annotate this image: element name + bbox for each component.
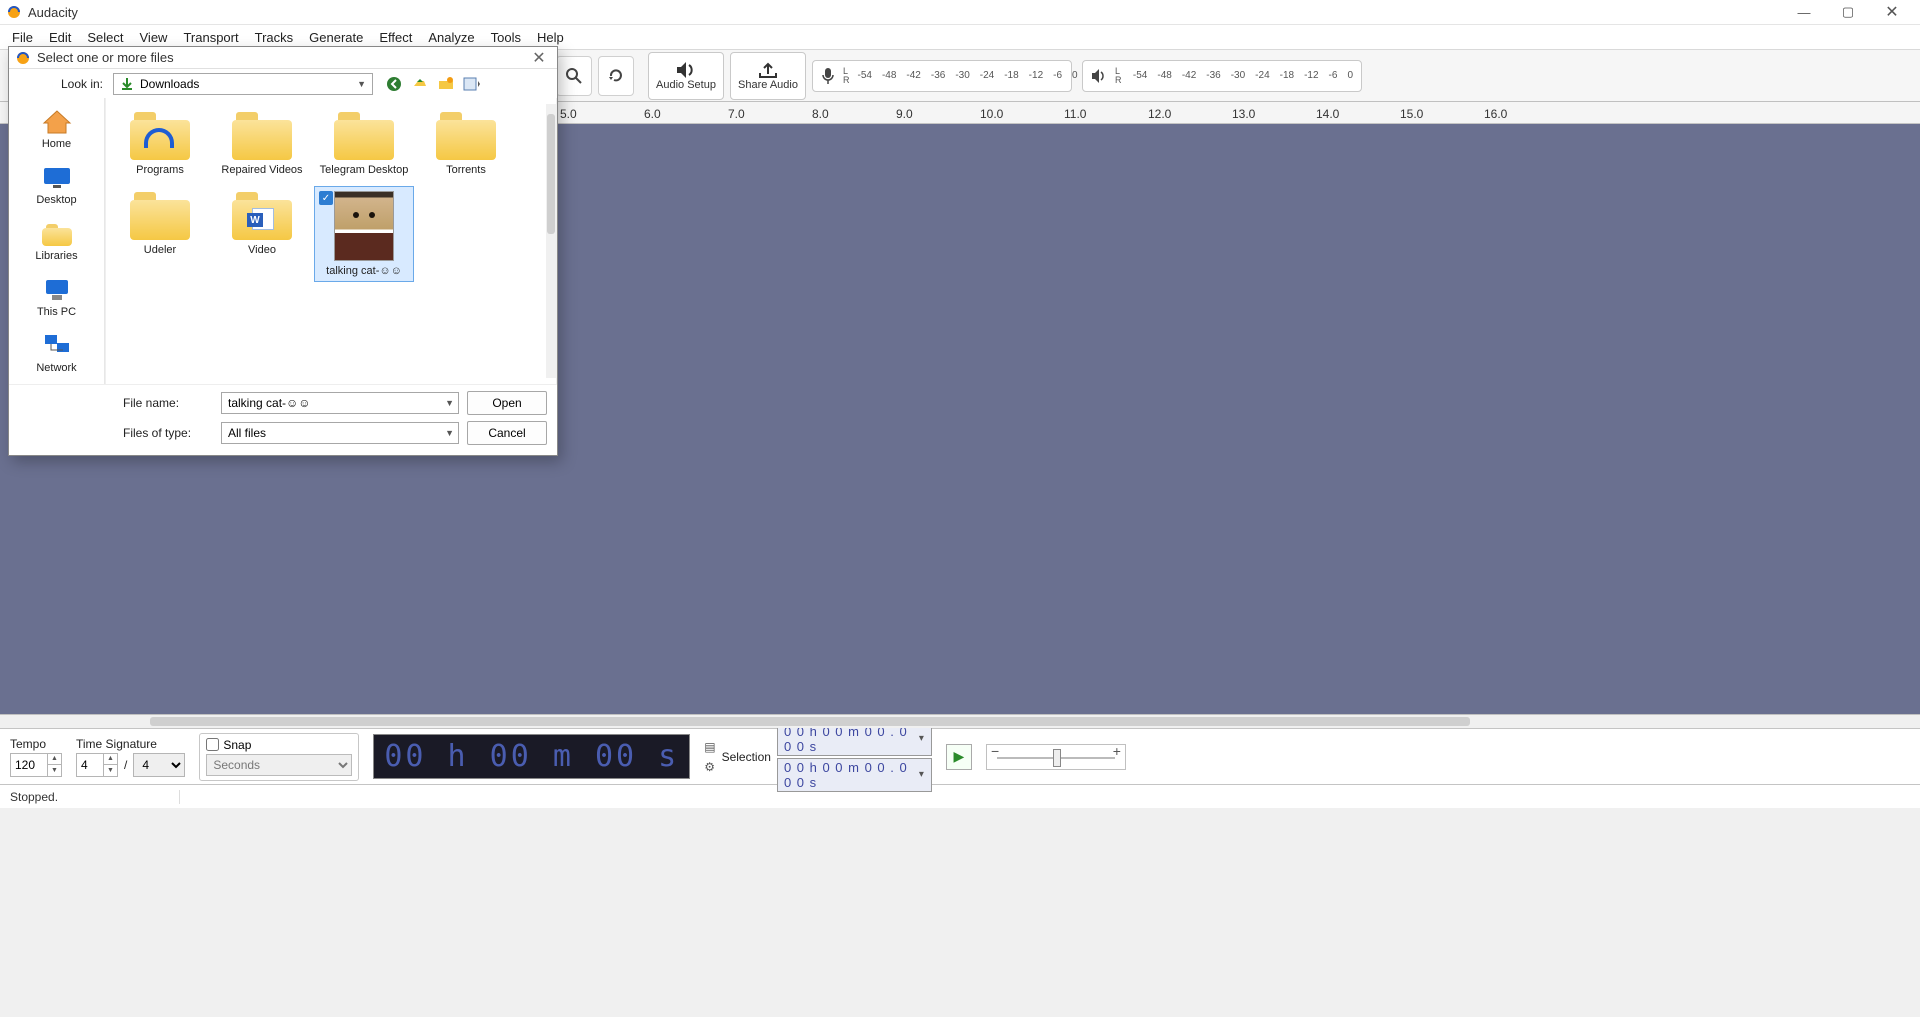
- folder-udeler[interactable]: Udeler: [110, 186, 210, 282]
- filetype-label: Files of type:: [123, 426, 213, 440]
- filetype-value: All files: [228, 426, 266, 440]
- speaker-icon: [1091, 68, 1107, 84]
- place-thispc[interactable]: This PC: [17, 272, 97, 322]
- timecode-main[interactable]: 00 h 00 m 00 s: [373, 734, 690, 779]
- audio-setup-button[interactable]: Audio Setup: [648, 52, 724, 100]
- selection-gear-icon[interactable]: ⚙: [704, 760, 715, 774]
- thumbnail-cat: [334, 191, 394, 261]
- status-text: Stopped.: [10, 790, 180, 804]
- dialog-icon: [15, 50, 31, 66]
- window-title: Audacity: [28, 5, 1782, 20]
- folder-video[interactable]: Video: [212, 186, 312, 282]
- place-desktop[interactable]: Desktop: [17, 160, 97, 210]
- menu-transport[interactable]: Transport: [175, 27, 246, 48]
- redo-tool-button[interactable]: [598, 56, 634, 96]
- folder-torrents[interactable]: Torrents: [416, 106, 516, 180]
- place-home[interactable]: Home: [17, 104, 97, 154]
- recording-meter[interactable]: LR -54-48-42-36-30-24-18-12-60: [812, 60, 1072, 92]
- filetype-combo[interactable]: All files▼: [221, 422, 459, 444]
- statusbar: Stopped.: [0, 784, 1920, 808]
- bottom-panel: Tempo ▲▼ Time Signature ▲▼ / 4 Snap Seco…: [0, 728, 1920, 784]
- share-audio-label: Share Audio: [738, 79, 798, 91]
- close-button[interactable]: ✕: [1870, 0, 1914, 25]
- share-audio-button[interactable]: Share Audio: [730, 52, 806, 100]
- minimize-button[interactable]: —: [1782, 0, 1826, 25]
- timesig-num-spinner[interactable]: ▲▼: [76, 753, 118, 777]
- nav-viewmenu-icon[interactable]: [461, 73, 483, 95]
- lr-label: LR: [843, 67, 850, 85]
- menu-help[interactable]: Help: [529, 27, 572, 48]
- tempo-input[interactable]: [11, 758, 47, 772]
- filename-value: talking cat-☺☺: [228, 396, 311, 410]
- selection-settings-icon[interactable]: ▤: [704, 740, 715, 754]
- menu-tools[interactable]: Tools: [483, 27, 529, 48]
- lookin-value: Downloads: [140, 77, 199, 91]
- menu-file[interactable]: File: [4, 27, 41, 48]
- place-libraries[interactable]: Libraries: [17, 216, 97, 266]
- timesig-den-select[interactable]: 4: [133, 753, 185, 777]
- horizontal-scrollbar[interactable]: [0, 714, 1920, 728]
- snap-unit-select[interactable]: Seconds: [206, 754, 352, 776]
- menu-generate[interactable]: Generate: [301, 27, 371, 48]
- dialog-title: Select one or more files: [37, 50, 521, 65]
- nav-newfolder-icon[interactable]: [435, 73, 457, 95]
- playback-meter[interactable]: LR -54-48-42-36-30-24-18-12-60: [1082, 60, 1362, 92]
- audio-setup-label: Audio Setup: [656, 79, 716, 91]
- filename-combo[interactable]: talking cat-☺☺▼: [221, 392, 459, 414]
- check-icon: ✓: [319, 191, 333, 205]
- download-icon: [120, 77, 134, 91]
- record-meter-scale: -54-48-42-36-30-24-18-12-60: [858, 70, 1078, 81]
- snap-box: Snap Seconds: [199, 733, 359, 781]
- tempo-spinner[interactable]: ▲▼: [10, 753, 62, 777]
- menu-edit[interactable]: Edit: [41, 27, 79, 48]
- timesig-label: Time Signature: [76, 737, 185, 751]
- snap-checkbox[interactable]: Snap: [206, 738, 352, 752]
- lookin-combo[interactable]: Downloads ▼: [113, 73, 373, 95]
- file-talking-cat[interactable]: ✓ talking cat-☺☺: [314, 186, 414, 282]
- titlebar: Audacity — ▢ ✕: [0, 0, 1920, 25]
- tempo-label: Tempo: [10, 737, 62, 751]
- folder-programs[interactable]: Programs: [110, 106, 210, 180]
- filename-label: File name:: [123, 396, 213, 410]
- app-icon: [6, 4, 22, 20]
- menu-select[interactable]: Select: [79, 27, 131, 48]
- dialog-close-button[interactable]: ✕: [527, 48, 551, 68]
- selection-end[interactable]: 0 0 h 0 0 m 0 0 . 0 0 0 s▾: [777, 758, 932, 792]
- microphone-icon: [821, 67, 835, 85]
- cancel-button[interactable]: Cancel: [467, 421, 547, 445]
- places-bar: Home Desktop Libraries This PC Network: [9, 98, 105, 384]
- lr-label-play: LR: [1115, 67, 1125, 85]
- menu-view[interactable]: View: [132, 27, 176, 48]
- nav-back-icon[interactable]: [383, 73, 405, 95]
- folder-telegram-desktop[interactable]: Telegram Desktop: [314, 106, 414, 180]
- play-at-speed-button[interactable]: ▶: [946, 744, 972, 770]
- nav-up-icon[interactable]: [409, 73, 431, 95]
- menu-analyze[interactable]: Analyze: [420, 27, 482, 48]
- playback-speed-slider[interactable]: [986, 744, 1126, 770]
- file-open-dialog: Select one or more files ✕ Look in: Down…: [8, 46, 558, 456]
- selection-label: Selection: [722, 750, 771, 764]
- folder-repaired-videos[interactable]: Repaired Videos: [212, 106, 312, 180]
- place-network[interactable]: Network: [17, 328, 97, 378]
- open-button[interactable]: Open: [467, 391, 547, 415]
- zoom-tool-button[interactable]: [556, 56, 592, 96]
- maximize-button[interactable]: ▢: [1826, 0, 1870, 25]
- lookin-label: Look in:: [19, 77, 103, 91]
- menu-effect[interactable]: Effect: [371, 27, 420, 48]
- file-list[interactable]: Programs Repaired Videos Telegram Deskto…: [105, 98, 557, 384]
- menu-tracks[interactable]: Tracks: [247, 27, 302, 48]
- play-meter-scale: -54-48-42-36-30-24-18-12-60: [1133, 70, 1353, 81]
- file-list-scrollbar[interactable]: [546, 104, 556, 378]
